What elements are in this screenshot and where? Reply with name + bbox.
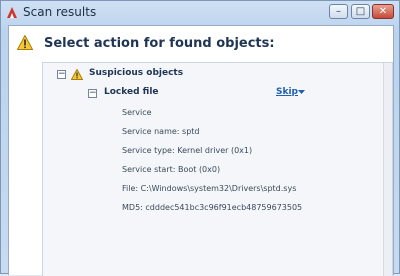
detail-file-path: File: C:\Windows\system32\Drivers\sptd.s… bbox=[122, 184, 297, 193]
item-title-locked-file: Locked file bbox=[104, 87, 159, 97]
window-title: Scan results bbox=[23, 5, 97, 19]
kaspersky-app-icon bbox=[7, 7, 17, 18]
detail-service-name: Service name: sptd bbox=[122, 127, 200, 136]
close-button[interactable]: ✕ bbox=[372, 4, 394, 19]
chevron-down-icon[interactable] bbox=[298, 90, 305, 94]
action-skip-link[interactable]: Skip bbox=[276, 87, 298, 97]
detail-service-start: Service start: Boot (0x0) bbox=[122, 165, 221, 174]
minimize-button[interactable]: – bbox=[329, 4, 348, 19]
warning-icon bbox=[17, 35, 33, 50]
warning-icon bbox=[71, 69, 83, 80]
content-area: Select action for found objects: − Suspi… bbox=[8, 25, 394, 276]
page-title: Select action for found objects: bbox=[44, 36, 275, 51]
detail-service-type: Service type: Kernel driver (0x1) bbox=[122, 146, 253, 155]
vertical-scrollbar[interactable] bbox=[383, 63, 392, 276]
group-title-suspicious-objects: Suspicious objects bbox=[89, 68, 184, 78]
objects-panel: − Suspicious objects − Locked file Skip … bbox=[42, 62, 393, 276]
detail-object-type: Service bbox=[122, 108, 152, 117]
title-bar[interactable]: Scan results – □ ✕ bbox=[1, 1, 399, 25]
maximize-button[interactable]: □ bbox=[351, 4, 370, 19]
item-collapse-toggle[interactable]: − bbox=[88, 89, 97, 98]
detail-md5-hash: MD5: cdddec541bc3c96f91ecb48759673505 bbox=[122, 203, 303, 212]
group-collapse-toggle[interactable]: − bbox=[57, 70, 66, 79]
scan-results-window: Scan results – □ ✕ Select action for fou… bbox=[0, 0, 400, 276]
